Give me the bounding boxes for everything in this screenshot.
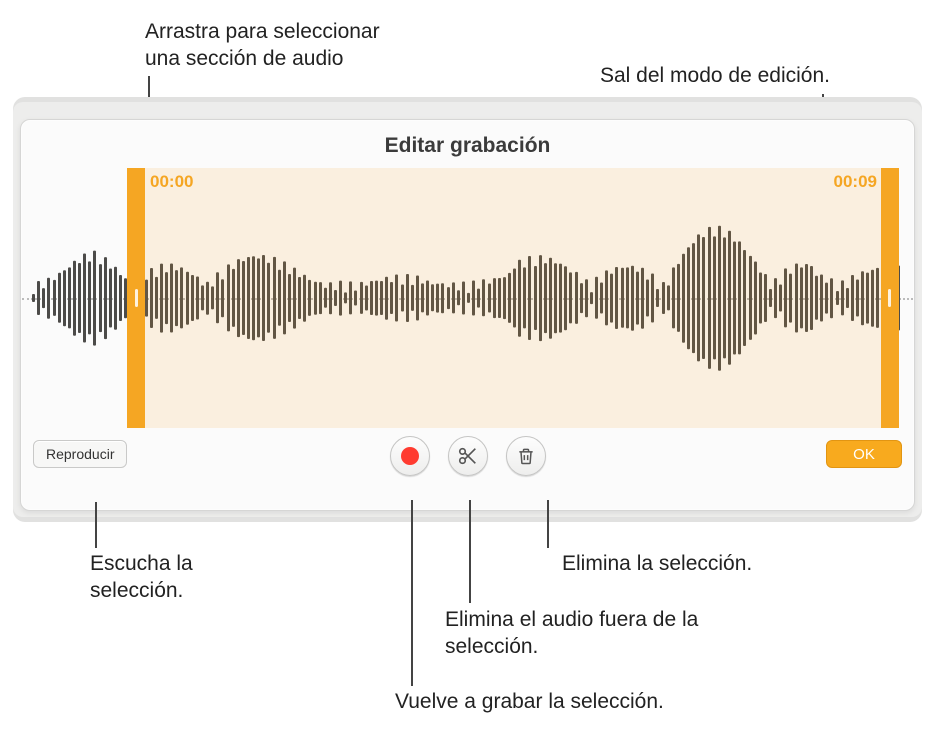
callout-play-selection: Escucha la selección. <box>90 550 290 605</box>
callout-rerecord-selection: Vuelve a grabar la selección. <box>395 688 715 715</box>
leader-line <box>95 502 97 548</box>
selection-start-time: 00:00 <box>150 172 193 192</box>
callout-trim-outside: Elimina el audio fuera de la selección. <box>445 606 745 661</box>
selection-handle-right[interactable] <box>888 289 891 307</box>
play-button[interactable]: Reproducir <box>33 440 127 468</box>
record-button[interactable] <box>390 436 430 476</box>
trim-button[interactable] <box>448 436 488 476</box>
waveform-area[interactable]: 00:00 00:09 <box>22 168 913 428</box>
delete-button[interactable] <box>506 436 546 476</box>
scissors-icon <box>457 445 479 467</box>
callout-drag-select: Arrastra para seleccionar una sección de… <box>145 18 405 73</box>
ok-button[interactable]: OK <box>826 440 902 468</box>
callout-delete-selection: Elimina la selección. <box>562 550 812 577</box>
callout-exit-edit: Sal del modo de edición. <box>600 62 830 89</box>
panel-title: Editar grabación <box>21 120 914 168</box>
leader-line <box>469 500 471 603</box>
record-icon <box>401 447 419 465</box>
trash-icon <box>516 445 536 467</box>
leader-line <box>411 500 413 686</box>
selection-handle-left[interactable] <box>135 289 138 307</box>
leader-line <box>547 500 549 548</box>
editor-toolbar: Reproducir <box>21 428 914 492</box>
edit-recording-panel: Editar grabación 00:00 00:09 Reproducir <box>20 119 915 511</box>
selection-end-time: 00:09 <box>834 172 877 192</box>
center-tool-group <box>390 436 546 476</box>
selection-range[interactable] <box>127 168 899 428</box>
